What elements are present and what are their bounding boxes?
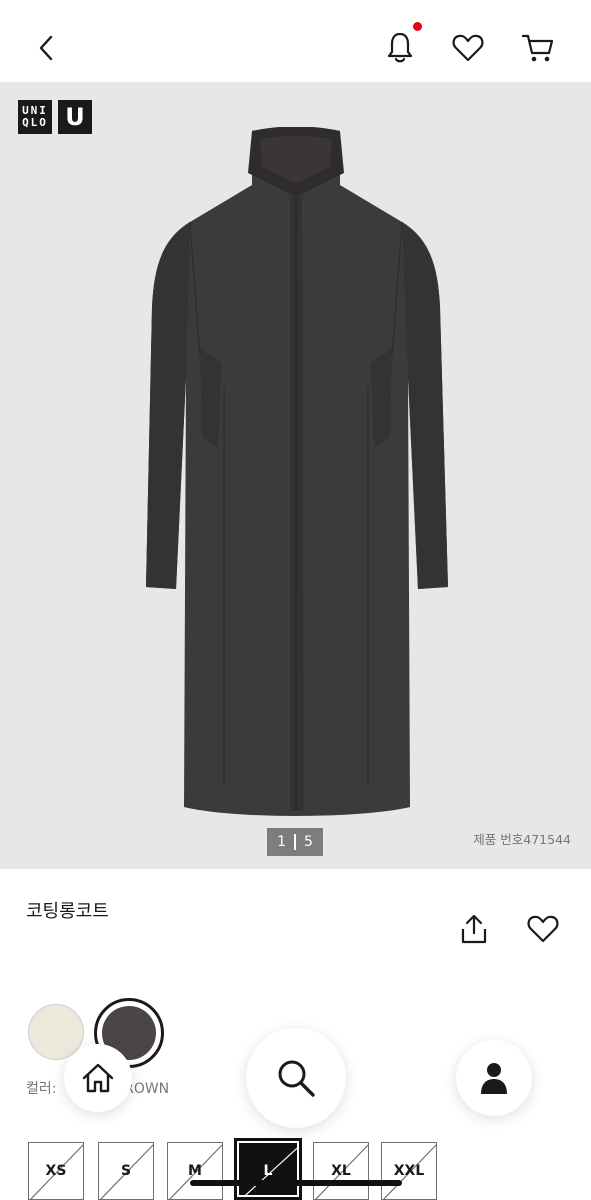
uniqlo-u-logo: U <box>58 100 92 134</box>
cart-button[interactable] <box>516 26 560 70</box>
pager-divider <box>294 834 296 850</box>
home-button[interactable] <box>64 1044 132 1112</box>
search-icon <box>278 1060 315 1097</box>
size-option-l[interactable]: L <box>234 1138 302 1200</box>
product-image-coat <box>146 127 448 816</box>
search-button[interactable] <box>246 1028 346 1128</box>
top-bar <box>0 0 591 82</box>
pager-total: 5 <box>304 834 313 850</box>
size-label: XXL <box>393 1163 425 1179</box>
favorite-button[interactable] <box>524 910 562 948</box>
pager-current: 1 <box>277 834 286 850</box>
wishlist-button[interactable] <box>448 26 488 70</box>
size-label: L <box>263 1163 273 1179</box>
profile-button[interactable] <box>456 1040 532 1116</box>
size-option-m[interactable]: M <box>167 1142 223 1200</box>
image-pager[interactable]: 1 5 <box>267 828 323 856</box>
size-option-xs[interactable]: XS <box>28 1142 84 1200</box>
home-icon <box>82 1063 114 1093</box>
back-button[interactable] <box>28 28 64 68</box>
product-number: 제품 번호471544 <box>473 832 571 847</box>
size-label: XS <box>45 1163 67 1179</box>
size-option-xxl[interactable]: XXL <box>381 1142 437 1200</box>
notification-dot <box>413 22 422 31</box>
heart-icon <box>452 34 484 62</box>
share-icon <box>461 914 487 944</box>
size-option-s[interactable]: S <box>98 1142 154 1200</box>
color-label-prefix: 컬러: <box>26 1081 57 1097</box>
size-option-xl[interactable]: XL <box>313 1142 369 1200</box>
size-label: S <box>120 1163 132 1179</box>
bell-icon <box>387 32 413 63</box>
product-image-gallery[interactable]: UNI QLO U 1 5 제품 번호471544 <box>0 82 591 869</box>
home-indicator[interactable] <box>190 1180 402 1186</box>
product-title: 코팅롱코트 <box>26 901 109 922</box>
user-icon <box>481 1063 507 1094</box>
uniqlo-logo: UNI QLO <box>18 100 52 134</box>
chevron-left-icon <box>39 35 53 61</box>
share-button[interactable] <box>456 910 492 948</box>
heart-icon <box>527 915 559 943</box>
size-label: M <box>188 1163 202 1179</box>
cart-icon <box>521 34 554 62</box>
notifications-button[interactable] <box>380 26 420 70</box>
size-label: XL <box>331 1163 351 1179</box>
